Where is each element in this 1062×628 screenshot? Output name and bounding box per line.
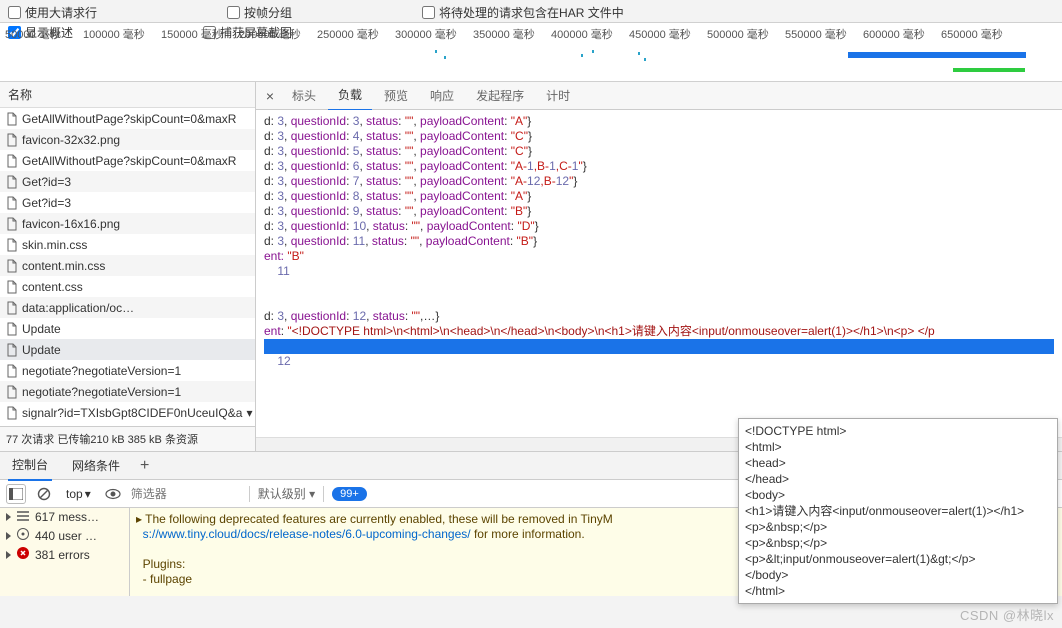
request-name: negotiate?negotiateVersion=1 bbox=[22, 364, 181, 378]
request-row[interactable]: favicon-16x16.png bbox=[0, 213, 255, 234]
request-name: signalr?id=TXIsbGpt8CIDEF0nUceuIQ&a bbox=[22, 406, 242, 420]
request-row[interactable]: negotiate?negotiateVersion=1 bbox=[0, 381, 255, 402]
caret-right-icon bbox=[6, 551, 11, 559]
log-level-selector[interactable]: 默认级别 ▾ bbox=[258, 485, 315, 502]
request-list-panel: 名称 GetAllWithoutPage?skipCount=0&maxR fav… bbox=[0, 82, 256, 451]
request-name: Get?id=3 bbox=[22, 196, 71, 210]
detail-tab-1[interactable]: 负载 bbox=[328, 80, 372, 111]
request-row[interactable]: Get?id=3 bbox=[0, 171, 255, 192]
checkbox[interactable] bbox=[8, 6, 21, 19]
request-name: Update bbox=[22, 322, 61, 336]
detail-tab-2[interactable]: 预览 bbox=[374, 81, 418, 110]
opt-r1-1[interactable]: 按帧分组 bbox=[227, 4, 382, 21]
separator bbox=[323, 486, 324, 502]
request-name: content.min.css bbox=[22, 259, 105, 273]
timeline-overview[interactable]: 50000 毫秒100000 毫秒150000 毫秒200000 毫秒25000… bbox=[0, 22, 1062, 82]
timeline-tick: 400000 毫秒 bbox=[551, 26, 629, 42]
request-row[interactable]: Update bbox=[0, 318, 255, 339]
filter-input[interactable] bbox=[131, 487, 241, 501]
request-list-footer: 77 次请求 已传输210 kB 385 kB 条资源 bbox=[0, 426, 255, 451]
hidden-messages-badge[interactable]: 99+ bbox=[332, 487, 367, 501]
payload-body[interactable]: d: 3, questionId: 3, status: "", payload… bbox=[256, 110, 1062, 437]
checkbox[interactable] bbox=[422, 6, 435, 19]
drawer-tab-1[interactable]: 网络条件 bbox=[68, 451, 124, 480]
live-expression-button[interactable] bbox=[103, 484, 123, 504]
request-row[interactable]: GetAllWithoutPage?skipCount=0&maxR bbox=[0, 108, 255, 129]
request-name: data:application/oc… bbox=[22, 301, 134, 315]
doc-link[interactable]: s://www.tiny.cloud/docs/release-notes/6.… bbox=[143, 527, 471, 541]
console-sidebar[interactable]: 617 mess…440 user …381 errors bbox=[0, 508, 130, 596]
context-label: top bbox=[66, 487, 83, 501]
console-side-row-0[interactable]: 617 mess… bbox=[0, 508, 129, 526]
timeline-body bbox=[0, 42, 1062, 78]
separator bbox=[249, 486, 250, 502]
request-name: content.css bbox=[22, 280, 83, 294]
chevron-down-icon: ▾ bbox=[85, 487, 91, 501]
request-name: Update bbox=[22, 343, 61, 357]
request-name: skin.min.css bbox=[22, 238, 87, 252]
request-row[interactable]: content.min.css bbox=[0, 255, 255, 276]
detail-tabs: × 标头负载预览响应发起程序计时 bbox=[256, 82, 1062, 110]
caret-right-icon bbox=[6, 532, 11, 540]
watermark: CSDN @林晓lx bbox=[960, 605, 1054, 624]
timeline-tick: 500000 毫秒 bbox=[707, 26, 785, 42]
request-list[interactable]: GetAllWithoutPage?skipCount=0&maxR favico… bbox=[0, 108, 255, 426]
request-list-header: 名称 bbox=[0, 82, 255, 108]
row-icon bbox=[17, 510, 29, 524]
add-tab-button[interactable]: + bbox=[140, 457, 149, 475]
toggle-sidebar-button[interactable] bbox=[6, 484, 26, 504]
request-name: GetAllWithoutPage?skipCount=0&maxR bbox=[22, 154, 236, 168]
checkbox[interactable] bbox=[227, 6, 240, 19]
detail-tab-5[interactable]: 计时 bbox=[536, 81, 580, 110]
timeline-tick: 600000 毫秒 bbox=[863, 26, 941, 42]
chevron-down-icon: ▾ bbox=[246, 406, 252, 420]
request-row[interactable]: Update bbox=[0, 339, 255, 360]
request-row[interactable]: Get?id=3 bbox=[0, 192, 255, 213]
timeline-tick: 300000 毫秒 bbox=[395, 26, 473, 42]
close-icon[interactable]: × bbox=[260, 88, 280, 104]
clear-console-button[interactable] bbox=[34, 484, 54, 504]
timeline-tick: 350000 毫秒 bbox=[473, 26, 551, 42]
request-row[interactable]: data:application/oc… bbox=[0, 297, 255, 318]
row-icon bbox=[17, 547, 29, 562]
request-row[interactable]: content.css bbox=[0, 276, 255, 297]
opt-r1-0[interactable]: 使用大请求行 bbox=[8, 4, 187, 21]
request-row[interactable]: GetAllWithoutPage?skipCount=0&maxR bbox=[0, 150, 255, 171]
console-side-row-1[interactable]: 440 user … bbox=[0, 526, 129, 545]
row-icon bbox=[17, 528, 29, 543]
warning-line: The following deprecated features are cu… bbox=[145, 512, 613, 526]
detail-panel: × 标头负载预览响应发起程序计时 d: 3, questionId: 3, st… bbox=[256, 82, 1062, 451]
timeline-tick: 100000 毫秒 bbox=[83, 26, 161, 42]
network-options: 使用大请求行按帧分组将待处理的请求包含在HAR 文件中 显示概述捕获屏幕截图 bbox=[0, 0, 1062, 22]
hover-tooltip: <!DOCTYPE html><html><head></head><body>… bbox=[738, 418, 1058, 604]
drawer-tab-0[interactable]: 控制台 bbox=[8, 450, 52, 481]
request-row[interactable]: signalr?id=TXIsbGpt8CIDEF0nUceuIQ&a ▾ bbox=[0, 402, 255, 423]
timeline-tick: 200000 毫秒 bbox=[239, 26, 317, 42]
timeline-tick: 150000 毫秒 bbox=[161, 26, 239, 42]
timeline-tick: 450000 毫秒 bbox=[629, 26, 707, 42]
timeline-tick: 50000 毫秒 bbox=[5, 26, 83, 42]
request-name: GetAllWithoutPage?skipCount=0&maxR bbox=[22, 112, 236, 126]
caret-right-icon bbox=[6, 513, 11, 521]
request-row[interactable]: favicon-32x32.png bbox=[0, 129, 255, 150]
request-name: negotiate?negotiateVersion=1 bbox=[22, 385, 181, 399]
detail-tab-3[interactable]: 响应 bbox=[420, 81, 464, 110]
detail-tab-0[interactable]: 标头 bbox=[282, 81, 326, 110]
detail-tab-4[interactable]: 发起程序 bbox=[466, 81, 534, 110]
chevron-down-icon: ▾ bbox=[309, 487, 315, 501]
context-selector[interactable]: top ▾ bbox=[62, 486, 95, 502]
request-name: favicon-32x32.png bbox=[22, 133, 120, 147]
opt-r1-2[interactable]: 将待处理的请求包含在HAR 文件中 bbox=[422, 4, 714, 21]
request-name: Get?id=3 bbox=[22, 175, 71, 189]
timeline-tick: 650000 毫秒 bbox=[941, 26, 1019, 42]
request-row[interactable]: negotiate?negotiateVersion=1 bbox=[0, 360, 255, 381]
timeline-tick: 550000 毫秒 bbox=[785, 26, 863, 42]
console-side-row-2[interactable]: 381 errors bbox=[0, 545, 129, 564]
timeline-tick: 250000 毫秒 bbox=[317, 26, 395, 42]
request-row[interactable]: skin.min.css bbox=[0, 234, 255, 255]
request-name: favicon-16x16.png bbox=[22, 217, 120, 231]
